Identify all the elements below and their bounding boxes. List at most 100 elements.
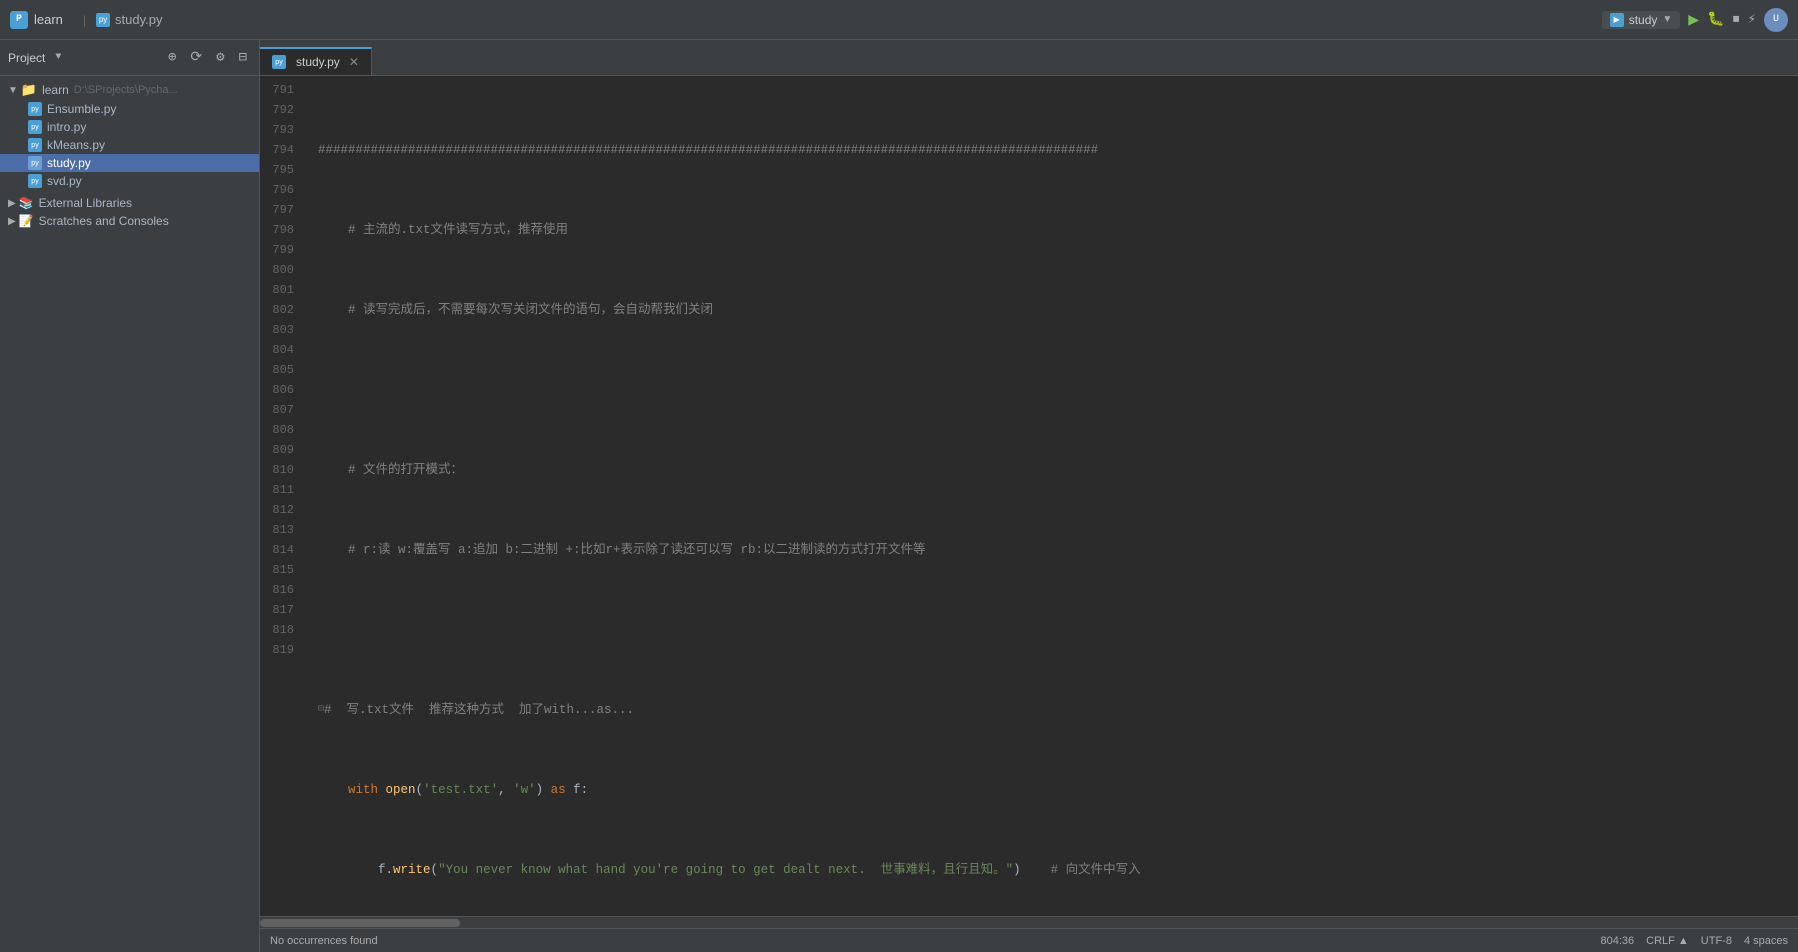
file-tab-icon: py: [96, 13, 110, 27]
code-comment-800: # 向文件中写入: [1051, 860, 1141, 880]
editor-tab-study[interactable]: py study.py ✕: [260, 47, 372, 75]
horizontal-scrollbar[interactable]: [260, 916, 1798, 928]
line-798: 798: [260, 220, 302, 240]
line-807: 807: [260, 400, 302, 420]
code-line-799: with open('test.txt', 'w') as f:: [318, 780, 1790, 800]
line-numbers: 791 792 793 794 795 796 797 798 799 800 …: [260, 76, 310, 916]
code-text-799-paren: (: [416, 780, 424, 800]
py-file-icon-study: py: [28, 156, 42, 170]
file-name-study: study.py: [47, 156, 91, 170]
run-config-dropdown-icon[interactable]: ▼: [1662, 14, 1672, 25]
sidebar-item-scratches[interactable]: ▶ 📝 Scratches and Consoles: [0, 212, 259, 230]
sidebar-root-folder[interactable]: ▼ 📁 learn D:\SProjects\Pycha...: [0, 80, 259, 100]
collapse-icon[interactable]: ⊟: [235, 47, 251, 68]
project-title: learn: [34, 12, 63, 27]
code-line-797: [318, 620, 1790, 640]
root-folder-name: learn: [42, 83, 69, 97]
stop-button[interactable]: ⏹: [1733, 12, 1740, 28]
ext-lib-chevron-icon: ▶: [8, 198, 16, 209]
line-811: 811: [260, 480, 302, 500]
status-bar: No occurrences found 804:36 CRLF ▲ UTF-8…: [260, 928, 1798, 952]
cursor-position[interactable]: 804:36: [1600, 935, 1634, 947]
code-comment-798: # 写.txt文件 推荐这种方式 加了with...as...: [324, 700, 634, 720]
root-folder-icon: 📁: [21, 82, 37, 98]
line-804: 804: [260, 340, 302, 360]
line-795: 795: [260, 160, 302, 180]
line-808: 808: [260, 420, 302, 440]
sidebar-item-external-libraries[interactable]: ▶ 📚 External Libraries: [0, 194, 259, 212]
line-805: 805: [260, 360, 302, 380]
file-tab-name: study.py: [115, 12, 162, 27]
editor-area: py study.py ✕ 791 792 793 794 795 796 79…: [260, 40, 1798, 952]
encoding-label[interactable]: UTF-8: [1701, 935, 1732, 947]
sidebar-item-kmeans[interactable]: py kMeans.py: [0, 136, 259, 154]
scratches-chevron-icon: ▶: [8, 216, 16, 227]
code-line-792: # 主流的.txt文件读写方式，推荐使用: [318, 220, 1790, 240]
sidebar-item-intro[interactable]: py intro.py: [0, 118, 259, 136]
code-line-795: # 文件的打开模式：: [318, 460, 1790, 480]
file-tree: ▼ 📁 learn D:\SProjects\Pycha... py Ensum…: [0, 76, 259, 952]
root-chevron-icon: ▼: [8, 85, 18, 96]
code-str-800: "You never know what hand you're going t…: [438, 860, 1013, 880]
sidebar-chevron-icon: ▼: [55, 52, 61, 63]
code-func-open: open: [386, 780, 416, 800]
code-text-796-indent: [318, 540, 348, 560]
tab-filename: study.py: [296, 55, 340, 69]
code-text-792: [318, 220, 348, 240]
run-config-name: study: [1629, 13, 1658, 27]
line-817: 817: [260, 600, 302, 620]
code-text-800-p2: ): [1013, 860, 1051, 880]
tab-close-button[interactable]: ✕: [349, 55, 359, 69]
code-content[interactable]: ########################################…: [310, 76, 1798, 916]
status-left: No occurrences found: [270, 935, 1600, 947]
line-814: 814: [260, 540, 302, 560]
code-str-799: 'test.txt': [423, 780, 498, 800]
line-803: 803: [260, 320, 302, 340]
sync-icon[interactable]: ⟳: [186, 47, 206, 68]
sidebar-toolbar: Project ▼ ⊕ ⟳ ⚙ ⊟: [0, 40, 259, 76]
file-name-svd: svd.py: [47, 174, 82, 188]
line-792: 792: [260, 100, 302, 120]
sidebar-item-svd[interactable]: py svd.py: [0, 172, 259, 190]
line-ending[interactable]: CRLF ▲: [1646, 935, 1689, 947]
indent-info[interactable]: 4 spaces: [1744, 935, 1788, 947]
new-folder-icon[interactable]: ⊕: [164, 47, 180, 68]
sidebar-item-study[interactable]: py study.py: [0, 154, 259, 172]
sidebar-item-ensumble[interactable]: py Ensumble.py: [0, 100, 259, 118]
sidebar: Project ▼ ⊕ ⟳ ⚙ ⊟ ▼ 📁 learn D:\SProjects…: [0, 40, 260, 952]
line-813: 813: [260, 520, 302, 540]
avatar[interactable]: U: [1764, 8, 1788, 32]
py-file-icon: py: [28, 102, 42, 116]
file-name-kmeans: kMeans.py: [47, 138, 105, 152]
py-file-icon-kmeans: py: [28, 138, 42, 152]
line-809: 809: [260, 440, 302, 460]
scrollbar-thumb[interactable]: [260, 919, 460, 927]
code-text-799-comma: ,: [498, 780, 513, 800]
code-line-793: # 读写完成后，不需要每次写关闭文件的语句，会自动帮我们关闭: [318, 300, 1790, 320]
code-line-791: ########################################…: [318, 140, 1790, 160]
titlebar-actions: ▶ study ▼ ▶ 🐛 ⏹ ⚡ U: [1602, 8, 1788, 32]
line-818: 818: [260, 620, 302, 640]
code-str-799-mode: 'w': [513, 780, 536, 800]
py-file-icon-intro: py: [28, 120, 42, 134]
coverage-button[interactable]: ⚡: [1748, 11, 1756, 28]
debug-button[interactable]: 🐛: [1707, 11, 1724, 28]
external-libraries-label: External Libraries: [39, 196, 132, 210]
file-tab-title: py study.py: [96, 12, 162, 27]
line-801: 801: [260, 280, 302, 300]
settings-icon[interactable]: ⚙: [212, 47, 228, 68]
code-comment-795: # 文件的打开模式：: [348, 460, 463, 480]
no-occurrences-label: No occurrences found: [270, 935, 378, 947]
root-folder-path: D:\SProjects\Pycha...: [74, 84, 178, 96]
run-config[interactable]: ▶ study ▼: [1602, 11, 1681, 29]
code-comment-793: # 读写完成后，不需要每次写关闭文件的语句，会自动帮我们关闭: [348, 300, 713, 320]
line-802: 802: [260, 300, 302, 320]
ext-lib-icon: 📚: [19, 196, 34, 210]
file-name-ensumble: Ensumble.py: [47, 102, 116, 116]
run-button[interactable]: ▶: [1688, 9, 1699, 31]
project-toolbar-label: Project: [8, 51, 45, 65]
code-comment-792: # 主流的.txt文件读写方式，推荐使用: [348, 220, 568, 240]
code-text-799-close: ): [536, 780, 551, 800]
code-text-793-indent: [318, 300, 348, 320]
run-config-icon: ▶: [1610, 13, 1624, 27]
